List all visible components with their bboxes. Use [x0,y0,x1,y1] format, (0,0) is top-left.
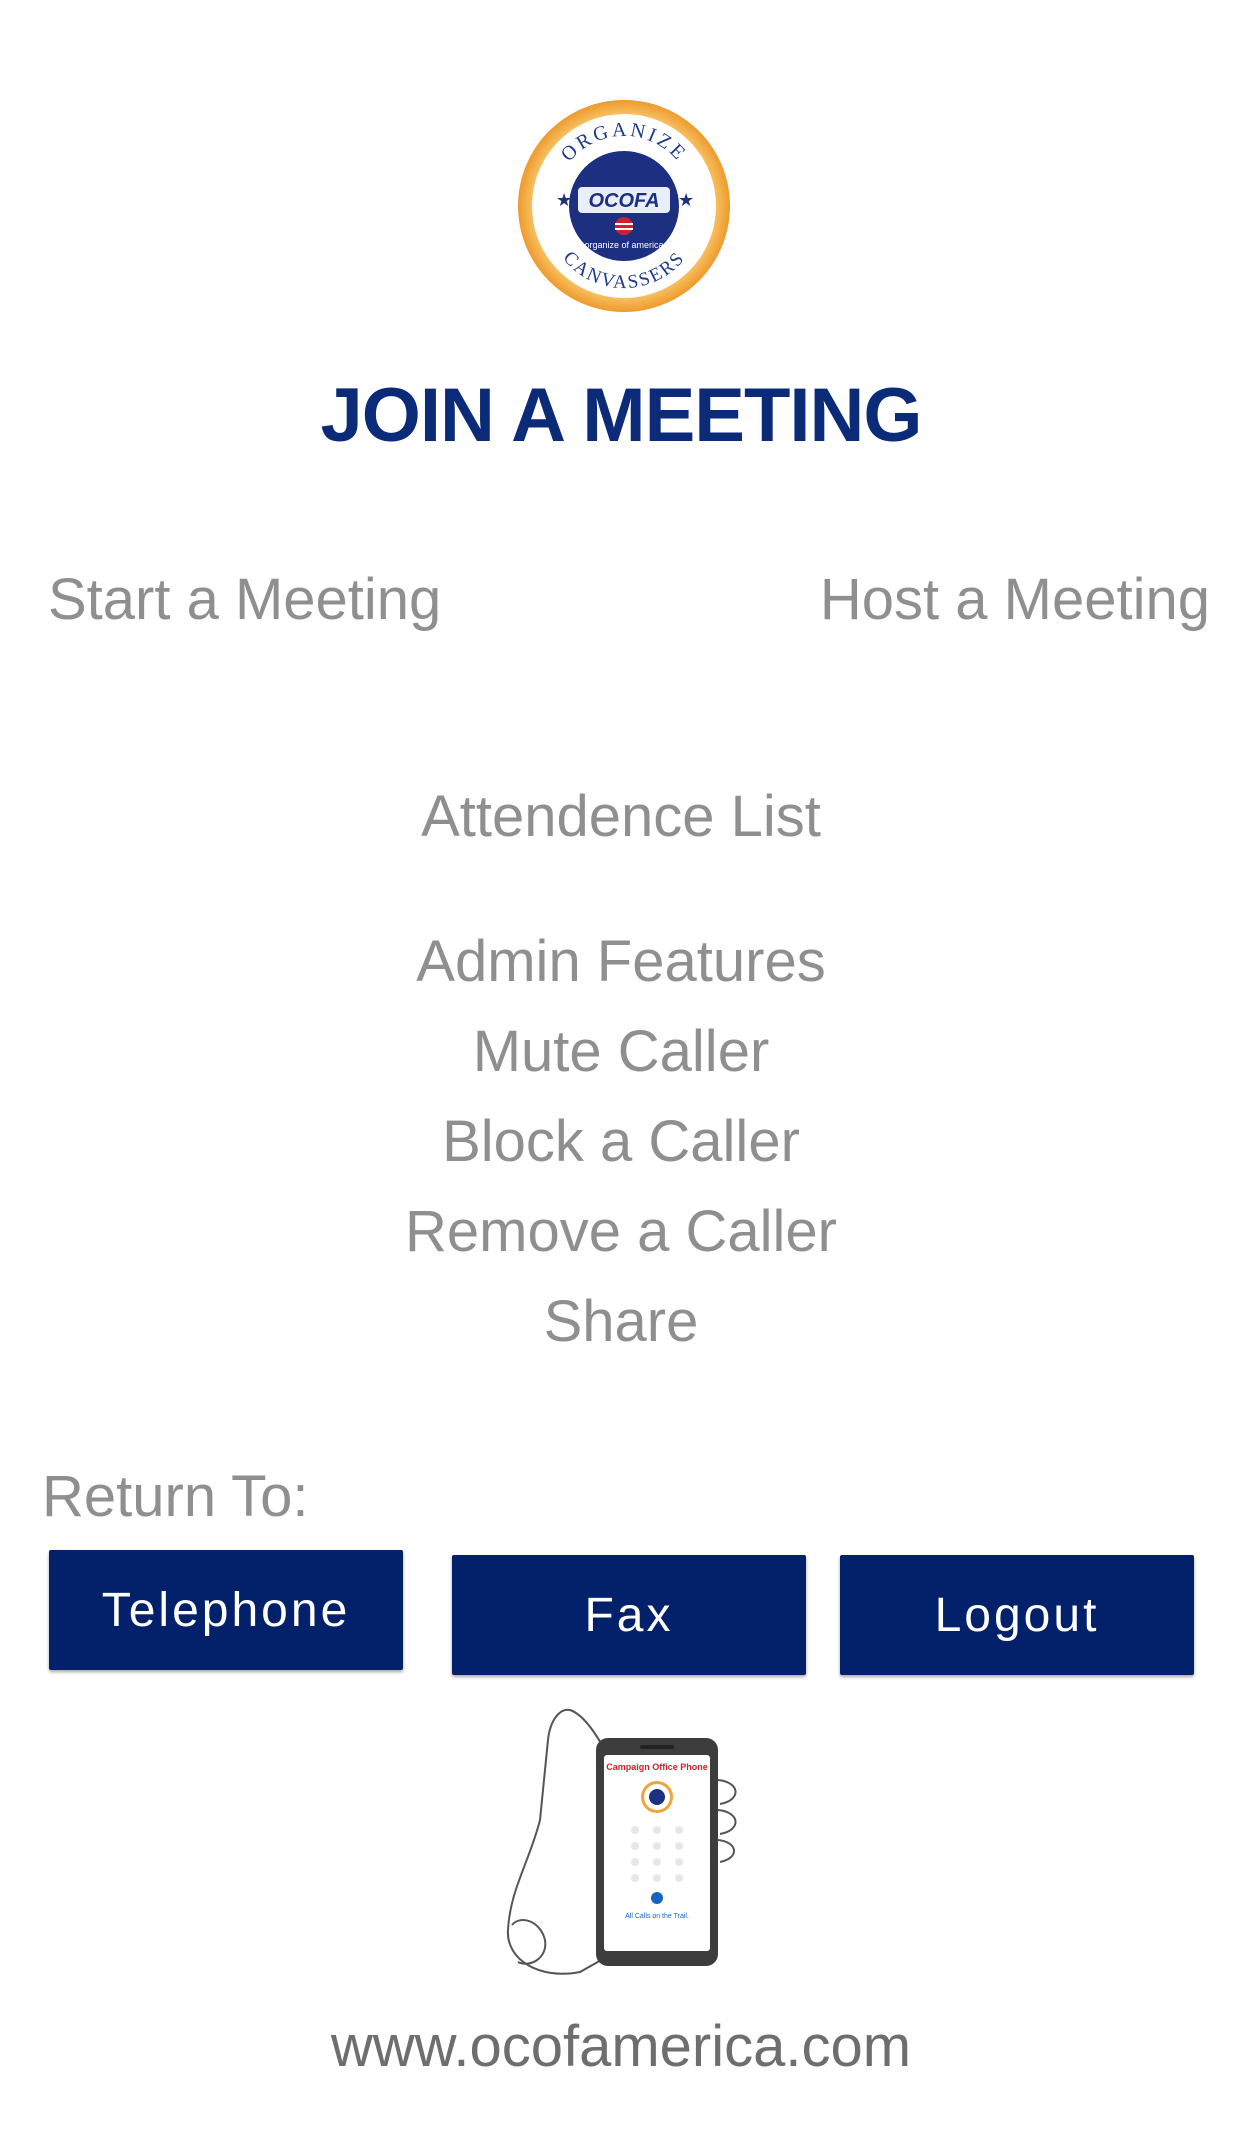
website-url[interactable]: www.ocofamerica.com [0,2012,1242,2082]
fax-button[interactable]: Fax [452,1555,806,1675]
start-meeting-link[interactable]: Start a Meeting [48,565,441,635]
block-caller-link[interactable]: Block a Caller [0,1107,1242,1177]
attendence-list-link[interactable]: Attendence List [0,782,1242,852]
phone-screen-title: Campaign Office Phone [606,1762,708,1772]
svg-text:★: ★ [556,190,572,210]
phone-screen-footer: All Calls on the Trail. [625,1913,689,1920]
host-meeting-link[interactable]: Host a Meeting [820,565,1210,635]
remove-caller-link[interactable]: Remove a Caller [0,1197,1242,1267]
telephone-button[interactable]: Telephone [49,1550,403,1670]
logout-button[interactable]: Logout [840,1555,1194,1675]
return-to-label: Return To: [42,1464,309,1529]
admin-features-heading: Admin Features [416,929,826,994]
mute-caller-link[interactable]: Mute Caller [0,1017,1242,1087]
page-title: JOIN A MEETING [320,373,922,458]
logo-center-text: OCOFA [588,190,659,212]
share-link[interactable]: Share [0,1287,1242,1357]
hand-holding-phone-illustration: Campaign Office Phone All Calls on the T… [500,1700,750,1985]
ocofa-logo: ORGANIZE CANVASSERS ★ ★ OCOFA organize o… [516,98,732,314]
logo-sub-text: organize of america [584,240,663,250]
svg-text:★: ★ [678,190,694,210]
